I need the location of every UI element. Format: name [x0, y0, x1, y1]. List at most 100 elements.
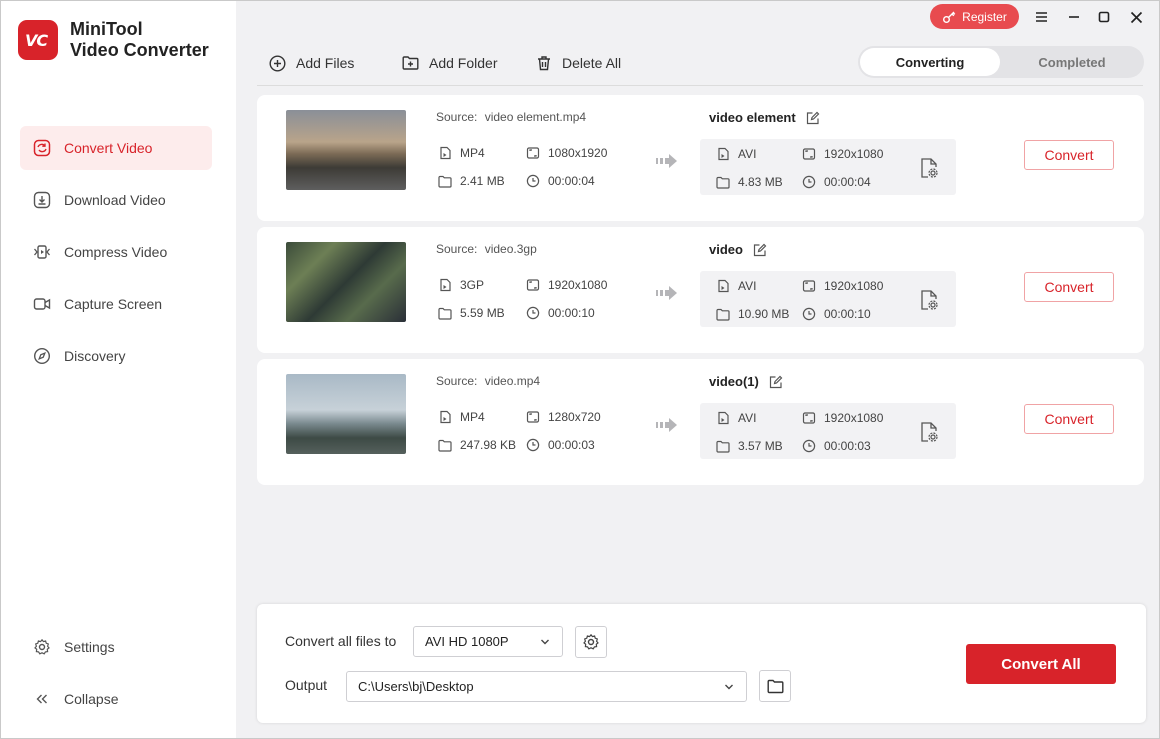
task-card: Source: video.3gp 3GP 1920x1080 5.59 MB …: [257, 227, 1144, 353]
delete-all-button[interactable]: Delete All: [536, 53, 621, 73]
convert-button[interactable]: Convert: [1024, 404, 1114, 434]
trash-icon: [538, 56, 550, 71]
output-size-value: 10.90 MB: [738, 307, 790, 321]
output-duration-value: 00:00:03: [824, 439, 871, 453]
menu-button[interactable]: [1032, 8, 1050, 26]
source-label: Source:: [436, 242, 478, 256]
tab-completed[interactable]: Completed: [1002, 48, 1142, 76]
arrow-right-icon: [656, 153, 678, 174]
source-info: Source: video.mp4: [436, 374, 540, 388]
format-settings-button[interactable]: [575, 626, 607, 658]
output-label: Output: [285, 677, 328, 693]
tab-converting[interactable]: Converting: [860, 48, 1000, 76]
gear-icon: [32, 637, 52, 657]
minimize-button[interactable]: [1065, 8, 1083, 26]
app-title-line2: Video Converter: [70, 40, 209, 60]
format-select[interactable]: AVI HD 1080P: [413, 626, 563, 657]
video-thumbnail[interactable]: [286, 242, 406, 322]
output-settings-box[interactable]: AVI 1920x1080 4.83 MB 00:00:04: [700, 139, 956, 195]
folder-icon: [438, 439, 460, 452]
input-resolution: 1080x1920: [526, 146, 607, 160]
sidebar-bottom: Settings Collapse: [20, 625, 212, 729]
clock-icon: [802, 175, 824, 189]
input-format: MP4: [438, 410, 485, 424]
svg-text:VC: VC: [25, 31, 48, 50]
source-info: Source: video element.mp4: [436, 110, 586, 124]
sidebar-item-capture-screen[interactable]: Capture Screen: [20, 282, 212, 326]
clock-icon: [802, 307, 824, 321]
output-name: video: [709, 242, 767, 257]
collapse-icon: [32, 689, 52, 709]
sidebar-item-collapse[interactable]: Collapse: [20, 677, 212, 721]
sidebar-item-label: Settings: [64, 639, 115, 655]
input-size: 247.98 KB: [438, 438, 516, 452]
output-duration: 00:00:04: [802, 175, 871, 189]
edit-icon: [753, 243, 767, 256]
minimize-icon: [1069, 16, 1079, 18]
close-button[interactable]: [1127, 8, 1145, 26]
input-format-value: MP4: [460, 146, 485, 160]
video-file-icon: [438, 146, 460, 160]
input-format-value: 3GP: [460, 278, 485, 292]
compass-icon: [32, 346, 52, 366]
task-card: Source: video element.mp4 MP4 1080x1920 …: [257, 95, 1144, 221]
toolbar-divider: [257, 85, 1143, 86]
sidebar-item-settings[interactable]: Settings: [20, 625, 212, 669]
output-resolution-value: 1920x1080: [824, 411, 884, 425]
add-files-button[interactable]: Add Files: [269, 53, 354, 73]
edit-name-button[interactable]: [759, 375, 783, 389]
input-format: 3GP: [438, 278, 484, 292]
output-file-name: video(1): [709, 374, 759, 389]
sidebar-item-compress-video[interactable]: Compress Video: [20, 230, 212, 274]
folder-icon: [716, 176, 738, 189]
resolution-icon: [802, 411, 824, 425]
edit-name-button[interactable]: [743, 243, 767, 257]
video-file-icon: [716, 411, 738, 425]
camera-icon: [32, 294, 52, 314]
browse-folder-button[interactable]: [759, 670, 791, 702]
sidebar-item-label: Discovery: [64, 348, 126, 364]
output-duration: 00:00:10: [802, 307, 871, 321]
folder-icon: [438, 175, 460, 188]
sidebar-item-label: Compress Video: [64, 244, 168, 260]
app-window: VC MiniTool Video Converter Convert Vide…: [0, 0, 1160, 739]
maximize-button[interactable]: [1095, 8, 1113, 26]
add-folder-icon: [402, 56, 419, 70]
resolution-icon: [802, 147, 824, 161]
app-logo: VC MiniTool Video Converter: [18, 19, 209, 61]
add-folder-button[interactable]: Add Folder: [402, 53, 497, 73]
output-settings-box[interactable]: AVI 1920x1080 10.90 MB 00:00:10: [700, 271, 956, 327]
output-format-value: AVI: [738, 279, 757, 293]
video-thumbnail[interactable]: [286, 374, 406, 454]
video-thumbnail[interactable]: [286, 110, 406, 190]
resolution-icon: [526, 146, 548, 160]
output-duration: 00:00:03: [802, 439, 871, 453]
output-settings-button[interactable]: [919, 157, 939, 179]
output-size: 10.90 MB: [716, 307, 789, 321]
convert-all-button[interactable]: Convert All: [966, 644, 1116, 684]
resolution-icon: [802, 279, 824, 293]
sidebar-item-convert-video[interactable]: Convert Video: [20, 126, 212, 170]
folder-icon: [438, 307, 460, 320]
folder-icon: [716, 308, 738, 321]
source-label: Source:: [436, 374, 478, 388]
input-resolution: 1280x720: [526, 410, 601, 424]
register-button[interactable]: Register: [930, 4, 1019, 29]
convert-button[interactable]: Convert: [1024, 272, 1114, 302]
input-size-value: 2.41 MB: [460, 174, 505, 188]
output-path-select[interactable]: C:\Users\bj\Desktop: [346, 671, 747, 702]
output-settings-button[interactable]: [919, 421, 939, 443]
output-resolution-value: 1920x1080: [824, 279, 884, 293]
convert-button[interactable]: Convert: [1024, 140, 1114, 170]
output-duration-value: 00:00:10: [824, 307, 871, 321]
sidebar-item-discovery[interactable]: Discovery: [20, 334, 212, 378]
input-duration: 00:00:10: [526, 306, 595, 320]
output-settings-button[interactable]: [919, 289, 939, 311]
output-settings-box[interactable]: AVI 1920x1080 3.57 MB 00:00:03: [700, 403, 956, 459]
source-file-name: video.mp4: [484, 374, 541, 388]
sidebar-item-label: Download Video: [64, 192, 166, 208]
sidebar-item-download-video[interactable]: Download Video: [20, 178, 212, 222]
input-duration-value: 00:00:10: [548, 306, 595, 320]
app-title-line1: MiniTool: [70, 19, 143, 39]
edit-name-button[interactable]: [796, 111, 820, 125]
